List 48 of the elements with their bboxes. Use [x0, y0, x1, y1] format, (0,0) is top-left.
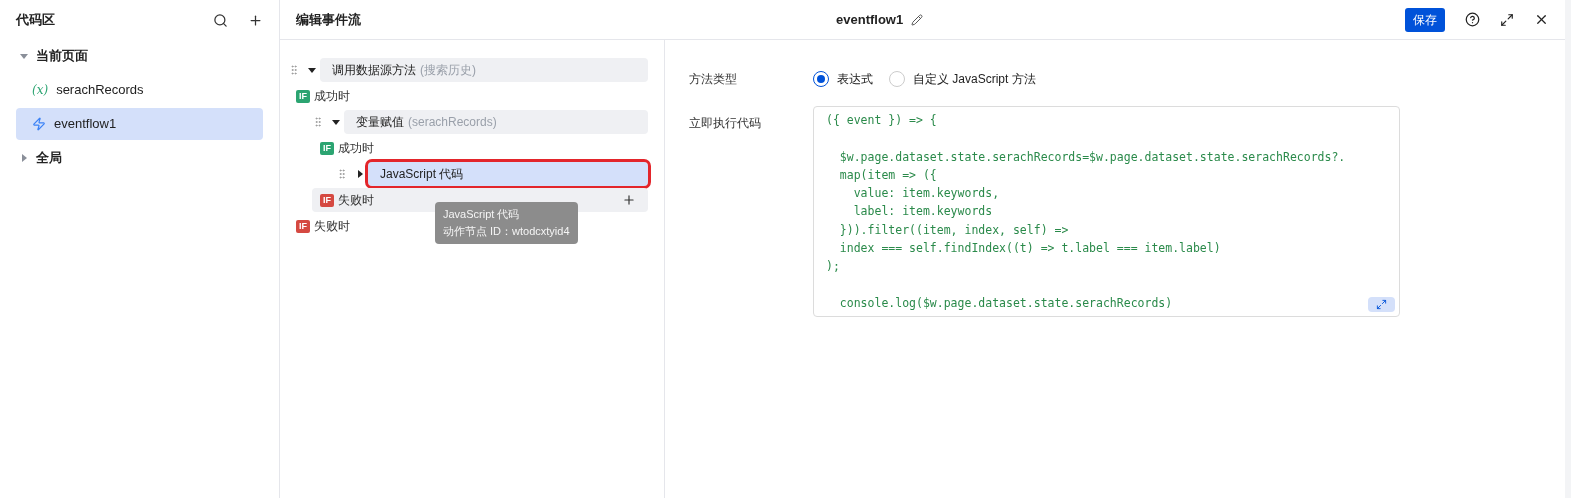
caret-icon[interactable] [356, 170, 364, 178]
radio-option[interactable]: 表达式 [813, 70, 873, 88]
if-badge: IF [296, 219, 310, 233]
code-line: ); [826, 258, 840, 276]
code-line: console.log($w.page.dataset.state.serachRecords) [838, 294, 1173, 312]
code-line: $w.page.dataset.state.serachRecords=$w.page.dataset.state.serachRecords?. [838, 148, 1346, 166]
sidebar-item[interactable]: eventflow1 [16, 108, 263, 140]
expand-icon[interactable] [1500, 12, 1514, 27]
drag-handle-icon[interactable] [336, 168, 348, 180]
lightning-icon [32, 117, 46, 131]
branch-label: 成功时 [338, 140, 374, 157]
pencil-icon[interactable] [911, 13, 924, 26]
radio-option[interactable]: 自定义 JavaScript 方法 [889, 70, 1036, 88]
drag-handle-icon[interactable] [312, 116, 324, 128]
branch-label: 失败时 [338, 192, 374, 209]
code-line: index === self.findIndex((t) => t.label === item.label) [838, 240, 1221, 258]
code-line: map(item => ({ [838, 166, 937, 184]
caret-icon[interactable] [332, 118, 340, 126]
if-badge: IF [320, 193, 334, 207]
help-icon[interactable] [1465, 12, 1480, 27]
branch-label: 成功时 [314, 88, 350, 105]
action-node[interactable]: JavaScript 代码 [368, 162, 648, 186]
search-icon[interactable] [213, 12, 228, 28]
field-label: 方法类型 [689, 71, 738, 88]
if-badge: IF [320, 141, 334, 155]
flow-name: eventflow1 [836, 10, 904, 29]
tooltip: JavaScript 代码 动作节点 ID：wtodcxtyid4 [435, 202, 578, 244]
code-line: label: item.keywords [852, 203, 993, 221]
panel-title: 编辑事件流 [296, 10, 361, 29]
code-editor[interactable] [813, 106, 1400, 318]
if-badge: IF [296, 89, 310, 103]
variable-icon: (x) [32, 81, 49, 99]
code-line: ({ event }) => { [826, 112, 937, 129]
drag-handle-icon[interactable] [288, 64, 300, 76]
close-icon[interactable] [1534, 12, 1549, 27]
group-label[interactable]: 当前页面 [36, 46, 88, 66]
group-label[interactable]: 全局 [36, 148, 62, 168]
caret-icon[interactable] [308, 66, 316, 74]
branch-label: 失败时 [314, 218, 350, 235]
field-label: 立即执行代码 [689, 115, 762, 132]
save-button[interactable]: 保存 [1405, 7, 1445, 32]
action-node[interactable]: 调用数据源方法 (搜索历史) [320, 58, 648, 82]
sidebar-item[interactable]: (x) serachRecords [16, 74, 263, 106]
add-icon[interactable] [248, 12, 263, 28]
action-node[interactable]: 变量赋值 (serachRecords) [344, 110, 648, 134]
sidebar-title: 代码区 [16, 11, 55, 30]
code-line: })).filter((item, index, self) => [838, 221, 1069, 239]
code-line: value: item.keywords, [852, 185, 1000, 203]
